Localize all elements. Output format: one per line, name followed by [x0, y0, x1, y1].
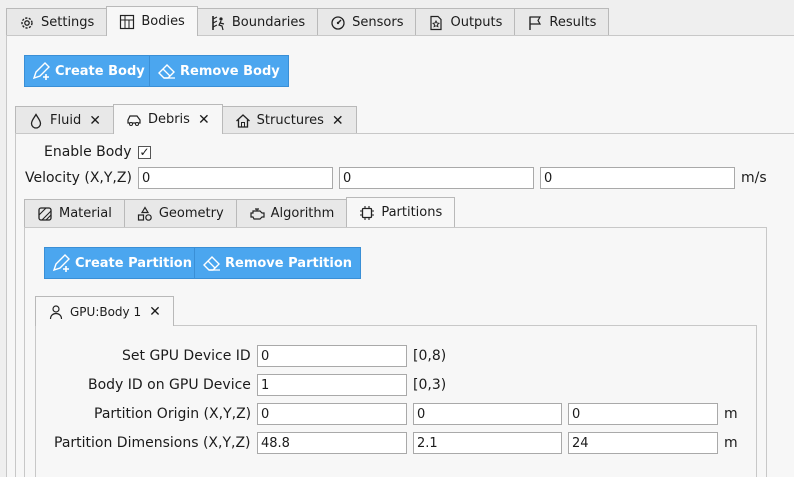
dimensions-z-input[interactable] — [568, 432, 718, 454]
close-structures-icon[interactable]: ✕ — [332, 113, 344, 129]
create-partition-button[interactable]: Create Partition — [44, 247, 201, 279]
tab-sensors[interactable]: Sensors — [317, 8, 417, 36]
car-icon — [126, 112, 142, 128]
pencil-add-icon — [31, 61, 53, 81]
gpu-device-label: Set GPU Device ID — [122, 348, 251, 364]
eraser-icon — [156, 61, 178, 81]
tab-gpu-body-1-label: GPU:Body 1 — [70, 304, 142, 319]
tab-settings[interactable]: Settings — [6, 8, 108, 36]
tab-geometry-label: Geometry — [158, 206, 224, 221]
tab-fluid[interactable]: Fluid ✕ — [15, 106, 114, 134]
engine-icon — [249, 206, 265, 222]
tab-geometry[interactable]: Geometry — [123, 199, 237, 227]
dimensions-unit: m — [724, 435, 738, 451]
velocity-x-input[interactable] — [138, 167, 333, 189]
tab-outputs-label: Outputs — [450, 15, 503, 30]
remove-body-label: Remove Body — [180, 63, 280, 79]
tab-outputs[interactable]: Outputs — [415, 8, 516, 36]
tab-bodies[interactable]: Bodies — [106, 6, 198, 36]
tab-boundaries[interactable]: Boundaries — [196, 8, 319, 36]
tab-fluid-label: Fluid — [50, 113, 82, 128]
dimensions-y-input[interactable] — [413, 432, 562, 454]
house-icon — [235, 113, 251, 129]
tab-bodies-label: Bodies — [141, 14, 185, 29]
body-id-range: [0,3) — [413, 377, 447, 393]
tab-structures-label: Structures — [256, 113, 324, 128]
grid-icon — [119, 14, 135, 30]
tab-debris[interactable]: Debris ✕ — [112, 104, 223, 134]
close-partition-icon[interactable]: ✕ — [149, 304, 161, 320]
body-id-label: Body ID on GPU Device — [88, 377, 251, 393]
tab-partitions[interactable]: Partitions — [346, 197, 456, 227]
flag-icon — [527, 15, 543, 31]
tab-results[interactable]: Results — [514, 8, 610, 36]
velocity-z-input[interactable] — [540, 167, 735, 189]
tab-results-label: Results — [549, 15, 597, 30]
enable-body-label: Enable Body — [44, 144, 132, 160]
velocity-label: Velocity (X,Y,Z) — [25, 170, 132, 186]
body-tabbar: Fluid ✕ Debris ✕ Structures ✕ — [15, 104, 357, 134]
close-debris-icon[interactable]: ✕ — [198, 112, 210, 128]
drop-icon — [28, 112, 44, 129]
boundary-icon — [210, 15, 226, 31]
close-fluid-icon[interactable]: ✕ — [89, 113, 101, 129]
origin-unit: m — [724, 406, 738, 422]
tab-partitions-label: Partitions — [381, 205, 443, 220]
tab-boundaries-label: Boundaries — [231, 15, 306, 30]
remove-partition-label: Remove Partition — [225, 255, 353, 271]
material-icon — [37, 206, 53, 222]
tab-sensors-label: Sensors — [352, 15, 404, 30]
remove-body-button[interactable]: Remove Body — [149, 55, 289, 87]
eraser-icon — [201, 253, 223, 273]
sub-tabbar: Material Geometry Algorithm Partitions — [24, 197, 456, 227]
tab-settings-label: Settings — [41, 15, 95, 30]
origin-x-input[interactable] — [257, 403, 407, 425]
tab-material-label: Material — [59, 206, 112, 221]
gauge-icon — [330, 15, 346, 31]
create-body-label: Create Body — [55, 63, 145, 79]
create-body-button[interactable]: Create Body — [24, 55, 154, 87]
shapes-icon — [137, 205, 153, 222]
velocity-unit: m/s — [741, 170, 767, 186]
tab-algorithm-label: Algorithm — [270, 206, 335, 221]
body-id-input[interactable] — [257, 374, 407, 396]
main-tabbar: Settings Bodies Boundaries Sensors Outpu… — [6, 6, 610, 36]
export-icon — [428, 15, 444, 31]
gear-icon — [19, 15, 35, 31]
chip-icon — [359, 205, 375, 221]
velocity-y-input[interactable] — [339, 167, 534, 189]
origin-z-input[interactable] — [568, 403, 718, 425]
tab-gpu-body-1[interactable]: GPU:Body 1 ✕ — [35, 296, 174, 326]
partition-origin-label: Partition Origin (X,Y,Z) — [94, 406, 252, 422]
origin-y-input[interactable] — [413, 403, 562, 425]
enable-body-checkbox[interactable]: ✓ — [138, 146, 151, 159]
remove-partition-button[interactable]: Remove Partition — [194, 247, 362, 279]
gpu-device-range: [0,8) — [413, 348, 447, 364]
tab-structures[interactable]: Structures ✕ — [221, 106, 357, 134]
dimensions-x-input[interactable] — [257, 432, 407, 454]
user-icon — [48, 304, 64, 320]
tab-debris-label: Debris — [147, 112, 190, 127]
pencil-add-icon — [51, 253, 73, 273]
gpu-device-input[interactable] — [257, 345, 407, 367]
tab-material[interactable]: Material — [24, 199, 125, 227]
partition-dimensions-label: Partition Dimensions (X,Y,Z) — [54, 435, 251, 451]
partition-tabbar: GPU:Body 1 ✕ — [35, 296, 174, 326]
tab-algorithm[interactable]: Algorithm — [235, 199, 348, 227]
create-partition-label: Create Partition — [75, 255, 192, 271]
